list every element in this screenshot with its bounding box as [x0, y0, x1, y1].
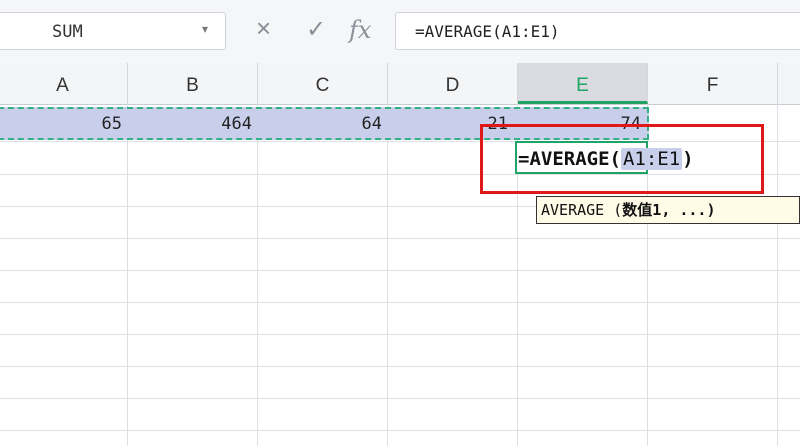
annotation-highlight-box [480, 124, 764, 194]
row-divider [0, 366, 800, 367]
column-header-d[interactable]: D [388, 63, 518, 104]
column-header-row: A B C D E F [0, 63, 800, 105]
column-header-f[interactable]: F [648, 63, 778, 104]
row-divider [0, 398, 800, 399]
cell-b1[interactable]: 464 [132, 114, 252, 134]
name-box-value: SUM [52, 22, 83, 42]
column-divider [127, 104, 128, 446]
tooltip-rest: , ...) [661, 201, 716, 219]
row-divider [0, 270, 800, 271]
confirm-icon[interactable]: ✓ [306, 15, 326, 44]
column-header-c[interactable]: C [258, 63, 388, 104]
function-tooltip: AVERAGE (数值1, ...) [536, 196, 800, 224]
row-divider [0, 302, 800, 303]
formula-bar: SUM ▾ × ✓ fx =AVERAGE(A1:E1) [0, 0, 800, 64]
tooltip-open: ( [604, 201, 623, 219]
tooltip-function: AVERAGE [541, 201, 605, 219]
row-divider [0, 430, 800, 431]
cell-c1[interactable]: 64 [262, 114, 382, 134]
column-header-e[interactable]: E [518, 63, 648, 104]
column-divider [257, 104, 258, 446]
chevron-down-icon[interactable]: ▾ [202, 22, 208, 36]
row-divider [0, 238, 800, 239]
name-box[interactable]: SUM ▾ [0, 12, 226, 50]
tooltip-argument: 数值1 [622, 201, 662, 219]
row-divider [0, 334, 800, 335]
cell-grid[interactable]: 65 464 64 21 74 =AVERAGE(A1:E1) AVERAGE … [0, 104, 800, 446]
formula-text: =AVERAGE(A1:E1) [415, 22, 560, 41]
insert-function-icon[interactable]: fx [349, 16, 371, 44]
column-header-b[interactable]: B [128, 63, 258, 104]
formula-input[interactable]: =AVERAGE(A1:E1) [395, 12, 800, 50]
column-divider [387, 104, 388, 446]
column-header-a[interactable]: A [0, 63, 128, 104]
cancel-icon[interactable]: × [256, 13, 271, 44]
column-divider [777, 104, 778, 446]
cell-a1[interactable]: 65 [2, 114, 122, 134]
